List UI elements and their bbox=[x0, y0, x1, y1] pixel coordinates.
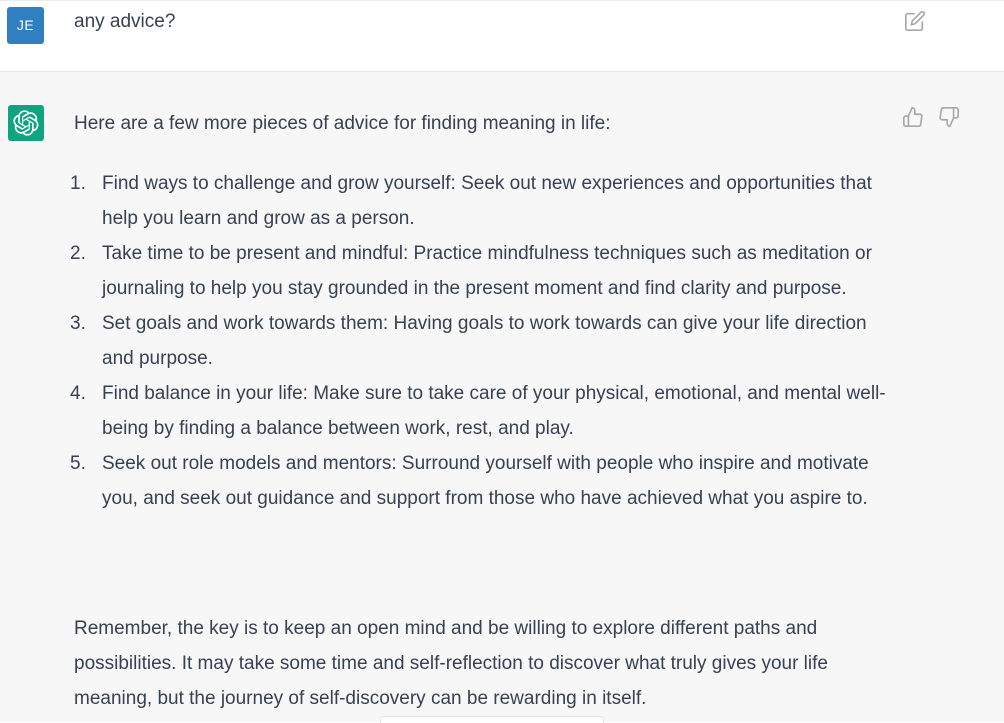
list-item-text: Find balance in your life: Make sure to … bbox=[102, 383, 886, 439]
list-item-text: Take time to be present and mindful: Pra… bbox=[102, 243, 872, 299]
list-item: 5. Seek out role models and mentors: Sur… bbox=[70, 446, 890, 516]
list-number: 2. bbox=[70, 243, 86, 264]
user-message-row: JE any advice? bbox=[0, 0, 1004, 72]
list-item: 3. Set goals and work towards them: Havi… bbox=[70, 306, 890, 376]
list-number: 5. bbox=[70, 453, 86, 474]
user-message-text: any advice? bbox=[74, 11, 176, 32]
advice-list: 1. Find ways to challenge and grow yours… bbox=[70, 166, 890, 516]
assistant-intro: Here are a few more pieces of advice for… bbox=[74, 113, 611, 134]
thumbs-up-icon[interactable] bbox=[902, 106, 926, 130]
user-avatar: JE bbox=[7, 7, 44, 44]
assistant-message-row: Here are a few more pieces of advice for… bbox=[0, 72, 1004, 722]
list-item-text: Find ways to challenge and grow yourself… bbox=[102, 173, 872, 229]
edit-icon[interactable] bbox=[904, 10, 926, 32]
list-item: 1. Find ways to challenge and grow yours… bbox=[70, 166, 890, 236]
thumbs-down-icon[interactable] bbox=[938, 106, 962, 130]
list-item: 4. Find balance in your life: Make sure … bbox=[70, 376, 890, 446]
list-item: 2. Take time to be present and mindful: … bbox=[70, 236, 890, 306]
list-number: 1. bbox=[70, 173, 86, 194]
assistant-outro: Remember, the key is to keep an open min… bbox=[74, 618, 828, 709]
list-number: 3. bbox=[70, 313, 86, 334]
list-number: 4. bbox=[70, 383, 86, 404]
list-item-text: Set goals and work towards them: Having … bbox=[102, 313, 867, 369]
openai-logo-icon bbox=[8, 105, 44, 141]
list-item-text: Seek out role models and mentors: Surrou… bbox=[102, 453, 869, 509]
